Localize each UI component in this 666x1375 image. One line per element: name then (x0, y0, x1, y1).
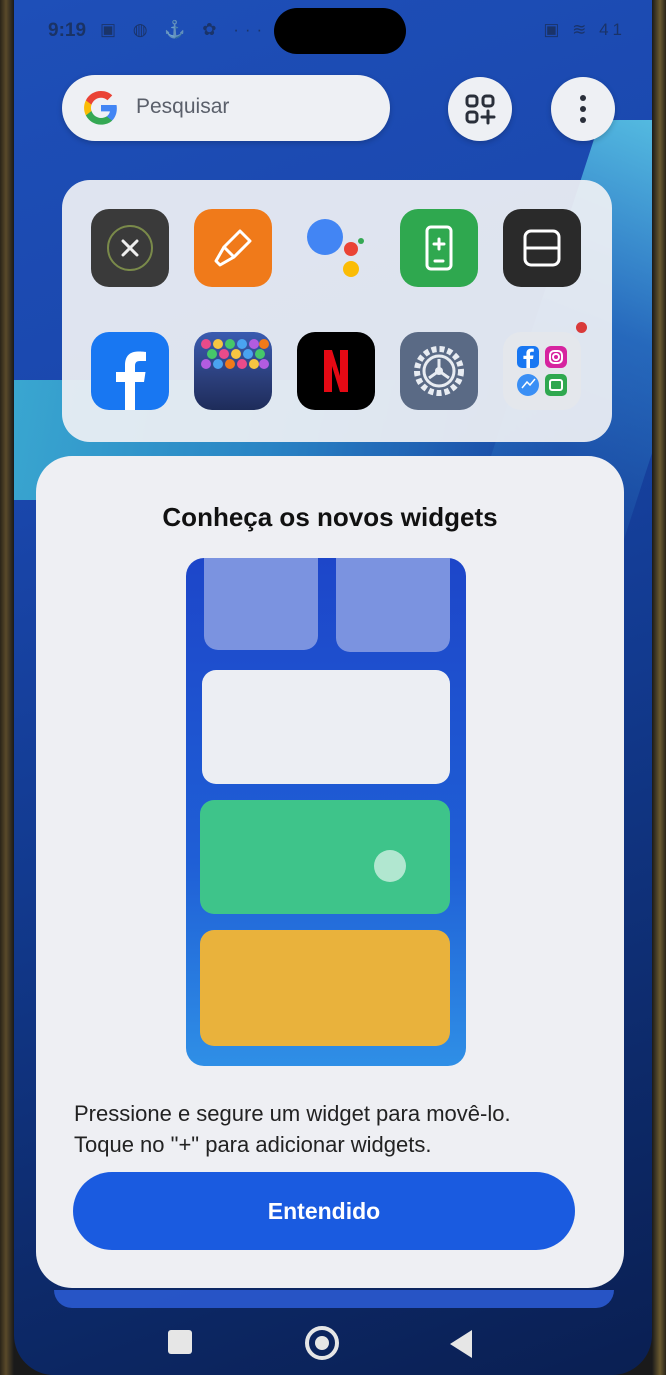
close-circle-icon (107, 225, 153, 271)
status-time: 9:19 (48, 20, 87, 41)
system-status-icons: ▣ ≋ 41 (543, 20, 626, 39)
folder-social-icon (517, 346, 567, 396)
dialog-description-line2: Toque no "+" para adicionar widgets. (74, 1132, 432, 1157)
netflix-app-icon[interactable] (297, 332, 375, 410)
dialog-description-line1: Pressione e segure um widget para movê-l… (74, 1101, 511, 1126)
notification-dot (576, 322, 587, 333)
bubble-game-app-icon[interactable] (194, 332, 272, 410)
bubble-game-icon (201, 339, 269, 369)
illustration-widget-white (202, 670, 450, 784)
back-icon[interactable] (450, 1330, 472, 1358)
scanner-app-icon[interactable] (503, 209, 581, 287)
app-drawer-panel (62, 180, 612, 442)
phone-clone-icon (425, 225, 453, 271)
settings-icon (414, 346, 464, 396)
assistant-app-icon[interactable] (297, 209, 375, 287)
got-it-button[interactable]: Entendido (73, 1172, 575, 1250)
camera-notch (274, 8, 406, 54)
widgets-illustration (186, 558, 466, 1066)
recents-icon[interactable] (168, 1330, 192, 1354)
home-screen: 9:19 ▣ ◍ ⚓ ✿ ··· ▣ ≋ 41 Pesquisar Conheç… (14, 0, 652, 1375)
dialog-description: Pressione e segure um widget para movê-l… (74, 1098, 594, 1160)
themes-app-icon[interactable] (194, 209, 272, 287)
facebook-icon (116, 351, 146, 410)
cleaner-app-icon[interactable] (91, 209, 169, 287)
more-vertical-icon (580, 95, 586, 123)
social-folder[interactable] (503, 322, 587, 410)
google-icon (84, 91, 117, 125)
home-icon[interactable] (305, 1326, 339, 1360)
illustration-widget-green (200, 800, 450, 914)
notification-icons: ▣ ◍ ⚓ ✿ ··· (100, 20, 269, 39)
phone-clone-app-icon[interactable] (400, 209, 478, 287)
more-options-button[interactable] (551, 77, 615, 141)
dock-peek (54, 1290, 614, 1308)
google-assistant-icon (307, 219, 364, 277)
widgets-button[interactable] (448, 77, 512, 141)
illustration-widget-small-left (204, 558, 318, 650)
facebook-app-icon[interactable] (91, 332, 169, 410)
dialog-title: Conheça os novos widgets (162, 502, 498, 532)
touch-indicator (374, 850, 406, 882)
widgets-intro-dialog: Conheça os novos widgets Pressione e seg… (36, 456, 624, 1288)
settings-app-icon[interactable] (400, 332, 478, 410)
navigation-bar (14, 1318, 652, 1368)
add-widget-icon (465, 94, 496, 125)
netflix-icon (324, 350, 348, 392)
illustration-widget-yellow (200, 930, 450, 1046)
search-bar[interactable]: Pesquisar (62, 75, 390, 141)
paint-brush-icon (214, 229, 252, 267)
search-placeholder: Pesquisar (136, 95, 230, 118)
illustration-widget-small-right (336, 558, 450, 652)
scanner-icon (523, 229, 561, 267)
